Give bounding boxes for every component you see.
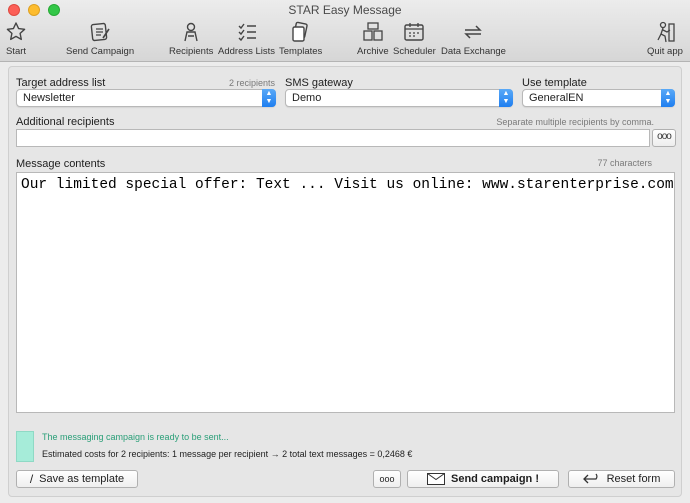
template-select[interactable]: GeneralEN ▲ ▼ — [522, 89, 675, 107]
toolbar-quit-label: Quit app — [647, 46, 683, 57]
template-label: Use template — [522, 77, 587, 89]
additional-recipients-hint: Separate multiple recipients by comma. — [496, 117, 654, 127]
chevron-updown-icon: ▲ ▼ — [661, 89, 675, 107]
additional-recipients-label: Additional recipients — [16, 116, 115, 128]
reset-form-label: Reset form — [606, 473, 661, 485]
toolbar-address-lists-button[interactable]: Address Lists — [218, 20, 275, 58]
title-bar: STAR Easy Message Start Send Campaign Re… — [0, 0, 690, 62]
toolbar-archive-button[interactable]: Archive — [357, 20, 389, 58]
toolbar-templates-button[interactable]: Templates — [279, 20, 322, 58]
target-list-label: Target address list — [16, 77, 106, 89]
undo-arrow-icon — [582, 473, 598, 484]
checklist-icon — [238, 23, 256, 42]
compose-icon — [90, 22, 110, 42]
save-as-template-label: Save as template — [39, 473, 125, 485]
status-indicator — [16, 431, 34, 462]
toolbar-scheduler-label: Scheduler — [393, 46, 436, 57]
toolbar-scheduler-button[interactable]: Scheduler — [393, 20, 436, 58]
toolbar-data-exchange-label: Data Exchange — [441, 46, 506, 57]
toolbar-recipients-button[interactable]: Recipients — [169, 20, 213, 58]
toolbar-data-exchange-button[interactable]: Data Exchange — [441, 20, 506, 58]
templates-icon — [291, 21, 308, 42]
toolbar-quit-button[interactable]: Quit app — [647, 20, 683, 58]
sms-gateway-label: SMS gateway — [285, 77, 353, 89]
star-icon — [6, 22, 26, 41]
estimated-cost-text: Estimated costs for 2 recipients: 1 mess… — [42, 449, 413, 459]
exchange-arrows-icon — [464, 25, 483, 39]
toolbar-send-campaign-label: Send Campaign — [66, 46, 135, 57]
more-options-button[interactable]: ooo — [373, 470, 401, 488]
person-icon — [184, 22, 198, 42]
envelope-icon — [426, 473, 445, 485]
send-campaign-button[interactable]: Send campaign ! — [407, 470, 559, 488]
window-title: STAR Easy Message — [288, 3, 402, 17]
additional-recipients-input[interactable] — [16, 129, 650, 147]
toolbar-start-label: Start — [5, 46, 27, 57]
message-contents-label: Message contents — [16, 158, 106, 170]
calendar-icon — [404, 23, 425, 41]
toolbar-archive-label: Archive — [357, 46, 389, 57]
campaign-status-text: The messaging campaign is ready to be se… — [42, 432, 229, 442]
character-count: 77 characters — [597, 158, 652, 168]
pencil-icon: / — [29, 472, 34, 486]
recipient-count: 2 recipients — [228, 78, 275, 88]
toolbar-address-lists-label: Address Lists — [218, 46, 276, 57]
template-value: GeneralEN — [529, 92, 584, 104]
archive-icon — [363, 22, 383, 41]
reset-form-button[interactable]: Reset form — [568, 470, 675, 488]
chevron-updown-icon: ▲ ▼ — [499, 89, 513, 107]
target-list-value: Newsletter — [23, 92, 75, 104]
toolbar-templates-label: Templates — [279, 46, 323, 57]
target-list-select[interactable]: Newsletter ▲ ▼ — [16, 89, 276, 107]
campaign-form: Target address list 2 recipients Newslet… — [8, 66, 682, 497]
sms-gateway-value: Demo — [292, 92, 322, 104]
toolbar-send-campaign-button[interactable]: Send Campaign — [66, 20, 134, 58]
sms-gateway-select[interactable]: Demo ▲ ▼ — [285, 89, 513, 107]
chevron-updown-icon: ▲ ▼ — [262, 89, 276, 107]
save-as-template-button[interactable]: / Save as template — [16, 470, 138, 488]
message-textarea[interactable]: Our limited special offer: Text ... Visi… — [16, 172, 675, 413]
toolbar-start-button[interactable]: Start — [4, 20, 28, 58]
send-campaign-label: Send campaign ! — [450, 473, 540, 485]
toolbar-recipients-label: Recipients — [169, 46, 214, 57]
more-options-icon: ooo — [379, 474, 395, 484]
additional-recipients-more-button[interactable]: ooo — [652, 129, 676, 147]
exit-icon — [657, 21, 675, 43]
